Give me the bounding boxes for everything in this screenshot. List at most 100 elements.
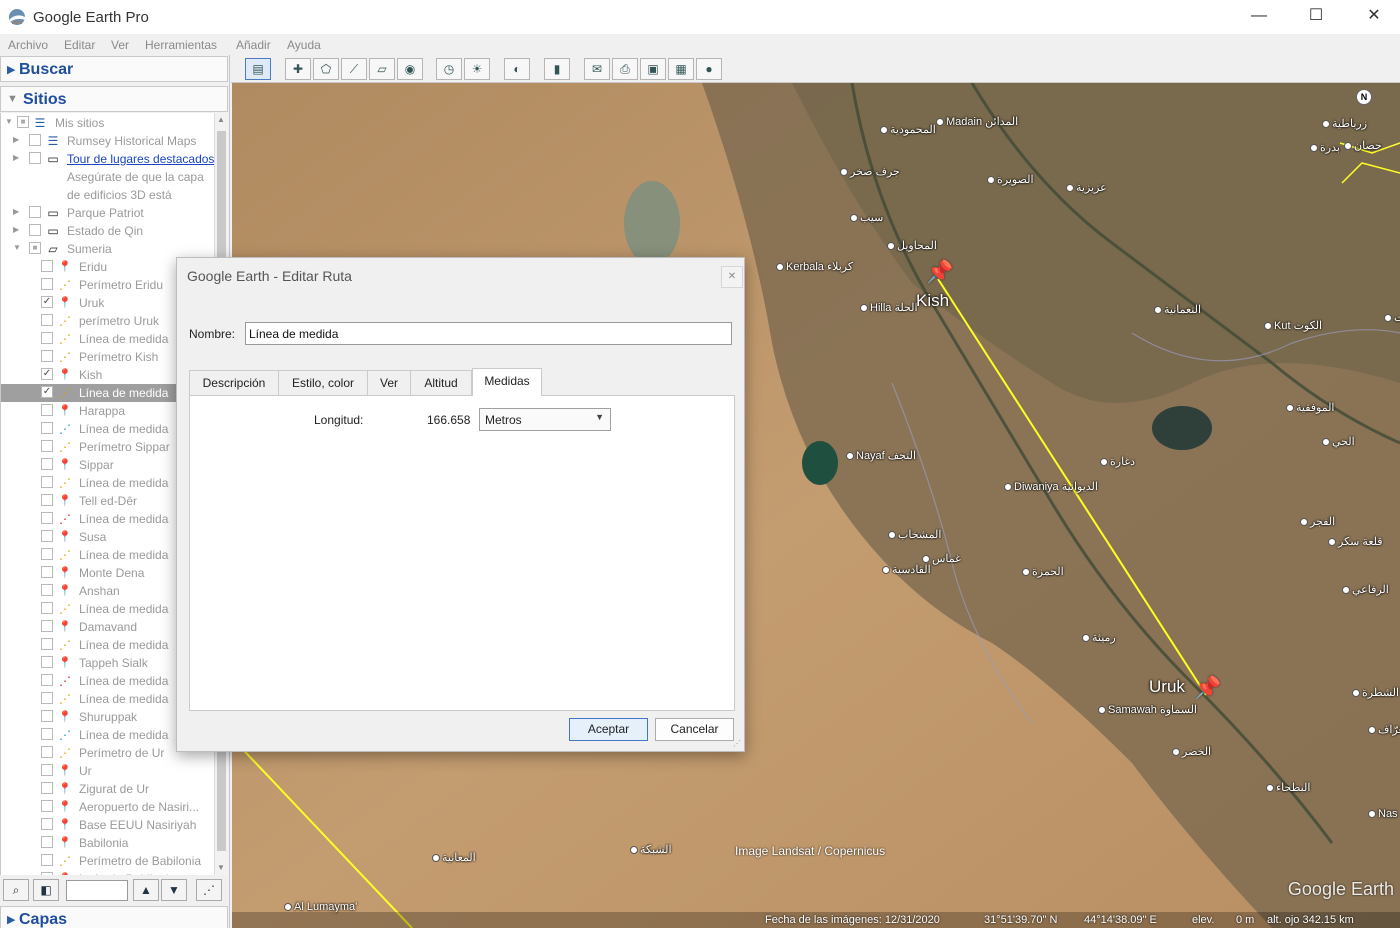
expand-icon[interactable]: ▶ (13, 153, 19, 162)
add-polygon-icon[interactable]: ⬠ (313, 58, 339, 80)
maximize-button[interactable]: ☐ (1291, 0, 1341, 34)
visibility-checkbox[interactable] (41, 728, 53, 740)
layers-panel-header[interactable]: ▶ Capas (0, 906, 228, 928)
city-label[interactable]: جصان (1344, 139, 1382, 152)
scroll-down-icon[interactable]: ▼ (217, 863, 225, 872)
tree-item[interactable]: ▼ ■ ☰ Mis sitios (1, 114, 216, 132)
cancel-button[interactable]: Cancelar (655, 718, 734, 741)
email-icon[interactable]: ✉ (584, 58, 610, 80)
expand-icon[interactable]: ▼ (5, 117, 13, 126)
city-label[interactable]: البطحاء (1266, 781, 1310, 794)
visibility-checkbox[interactable] (41, 782, 53, 794)
city-label[interactable]: Madain المدائن (936, 115, 1018, 128)
save-image-icon[interactable]: ▣ (640, 58, 666, 80)
city-label[interactable]: المشخاب (888, 528, 941, 541)
city-label[interactable]: Hilla الحلة (860, 301, 918, 314)
add-overlay-icon[interactable]: ▱ (369, 58, 395, 80)
menu-anadir[interactable]: Añadir (236, 38, 271, 52)
tree-item[interactable]: ▶ ▭ Estado de Qin (1, 222, 216, 240)
sidebar-toggle-icon[interactable]: ▤ (245, 58, 271, 80)
tab-altitud[interactable]: Altitud (410, 370, 472, 395)
visibility-checkbox[interactable] (41, 548, 53, 560)
menu-editar[interactable]: Editar (64, 38, 95, 52)
visibility-checkbox[interactable] (41, 404, 53, 416)
historical-imagery-icon[interactable]: ◷ (436, 58, 462, 80)
search-icon[interactable]: ⌕ (3, 879, 29, 901)
tab-ver[interactable]: Ver (367, 370, 411, 395)
city-label[interactable]: جرف صخر (840, 165, 900, 178)
menu-archivo[interactable]: Archivo (8, 38, 48, 52)
visibility-checkbox[interactable] (41, 512, 53, 524)
google-maps-icon[interactable]: ▦ (668, 58, 694, 80)
city-label[interactable]: الشطرة (1352, 686, 1399, 699)
city-label[interactable]: المعانية (432, 851, 476, 864)
add-path-icon[interactable]: ⟋ (341, 58, 367, 80)
city-label[interactable]: Diwaniya الديوانية (1004, 480, 1098, 493)
places-panel-header[interactable]: ▼ Sitios (0, 86, 228, 112)
visibility-checkbox[interactable] (41, 764, 53, 776)
visibility-checkbox[interactable] (41, 620, 53, 632)
visibility-checkbox[interactable] (41, 422, 53, 434)
ok-button[interactable]: Aceptar (569, 718, 648, 741)
tree-item[interactable]: ⋰ Perímetro de Babilonia (1, 852, 216, 870)
earth-view-icon[interactable]: ● (696, 58, 722, 80)
compass-icon[interactable]: N (1356, 89, 1372, 105)
visibility-checkbox[interactable] (41, 278, 53, 290)
expand-icon[interactable]: ▼ (13, 243, 21, 252)
kish-pin-icon[interactable]: 📌 (926, 259, 953, 285)
minimize-button[interactable]: — (1234, 0, 1284, 34)
menu-ver[interactable]: Ver (111, 38, 129, 52)
visibility-checkbox[interactable] (41, 314, 53, 326)
scroll-up-icon[interactable]: ▲ (217, 115, 225, 124)
city-label[interactable]: الحي (1322, 435, 1355, 448)
planets-icon[interactable]: ◐ (504, 58, 530, 80)
resize-grip-icon[interactable]: ⋰ (733, 739, 741, 748)
visibility-checkbox[interactable] (41, 638, 53, 650)
city-label[interactable]: الفجر (1300, 515, 1335, 528)
tree-item[interactable]: ▶ ▭ Parque Patriot (1, 204, 216, 222)
city-label[interactable]: النعمانية (1154, 303, 1201, 316)
city-label[interactable]: زرباطية (1322, 117, 1367, 130)
close-button[interactable]: ✕ (1349, 0, 1399, 34)
tree-item[interactable]: 📍 Ur (1, 762, 216, 780)
city-label[interactable]: سيب (850, 211, 883, 224)
city-label[interactable]: الغرّاف (1368, 723, 1400, 736)
ruler-icon[interactable]: ▮ (544, 58, 570, 80)
visibility-checkbox[interactable]: ✓ (41, 296, 53, 308)
visibility-checkbox[interactable] (41, 530, 53, 542)
tree-item[interactable]: 📍 Aeropuerto de Nasiri... (1, 798, 216, 816)
print-icon[interactable]: ⎙ (612, 58, 638, 80)
city-label[interactable]: الرفاعي (1342, 583, 1389, 596)
tree-item[interactable]: 📍 Zigurat de Ur (1, 780, 216, 798)
city-label[interactable]: الكوت (1384, 311, 1400, 324)
visibility-checkbox[interactable] (41, 872, 53, 875)
visibility-checkbox[interactable] (41, 818, 53, 830)
city-label[interactable]: عزيزية (1066, 181, 1107, 194)
visibility-checkbox[interactable] (41, 800, 53, 812)
expand-icon[interactable]: ▶ (13, 207, 19, 216)
tree-item[interactable]: ▼ ■ ▱ Sumeria (1, 240, 216, 258)
tree-item[interactable]: 📍 León de Babilonia (1, 870, 216, 875)
visibility-checkbox[interactable] (41, 836, 53, 848)
city-label[interactable]: المحمودية (880, 123, 936, 136)
city-label[interactable]: الخضر (1172, 745, 1211, 758)
visibility-checkbox[interactable] (41, 656, 53, 668)
city-label[interactable]: المحاويل (887, 239, 937, 252)
city-label[interactable]: Nas (1368, 808, 1398, 820)
add-placemark-icon[interactable]: ✚ (285, 58, 311, 80)
tree-item[interactable]: 📍 Babilonia (1, 834, 216, 852)
city-label[interactable]: الموفقية (1286, 401, 1335, 414)
uruk-pin-icon[interactable]: 📌 (1194, 675, 1221, 701)
record-tour-icon[interactable]: ◉ (397, 58, 423, 80)
city-label[interactable]: رميثة (1082, 631, 1116, 644)
panel-toggle-icon[interactable]: ◧ (33, 879, 59, 901)
visibility-checkbox[interactable] (41, 854, 53, 866)
search-panel-header[interactable]: ▶ Buscar (0, 56, 228, 82)
places-filter-input[interactable] (66, 880, 128, 901)
visibility-checkbox[interactable] (41, 602, 53, 614)
move-down-icon[interactable]: ▼ (161, 879, 187, 901)
city-label[interactable]: بدرة (1310, 141, 1340, 154)
city-label[interactable]: الشبكة (630, 843, 672, 856)
visibility-checkbox[interactable] (41, 674, 53, 686)
city-label[interactable]: القادسية (882, 563, 931, 576)
